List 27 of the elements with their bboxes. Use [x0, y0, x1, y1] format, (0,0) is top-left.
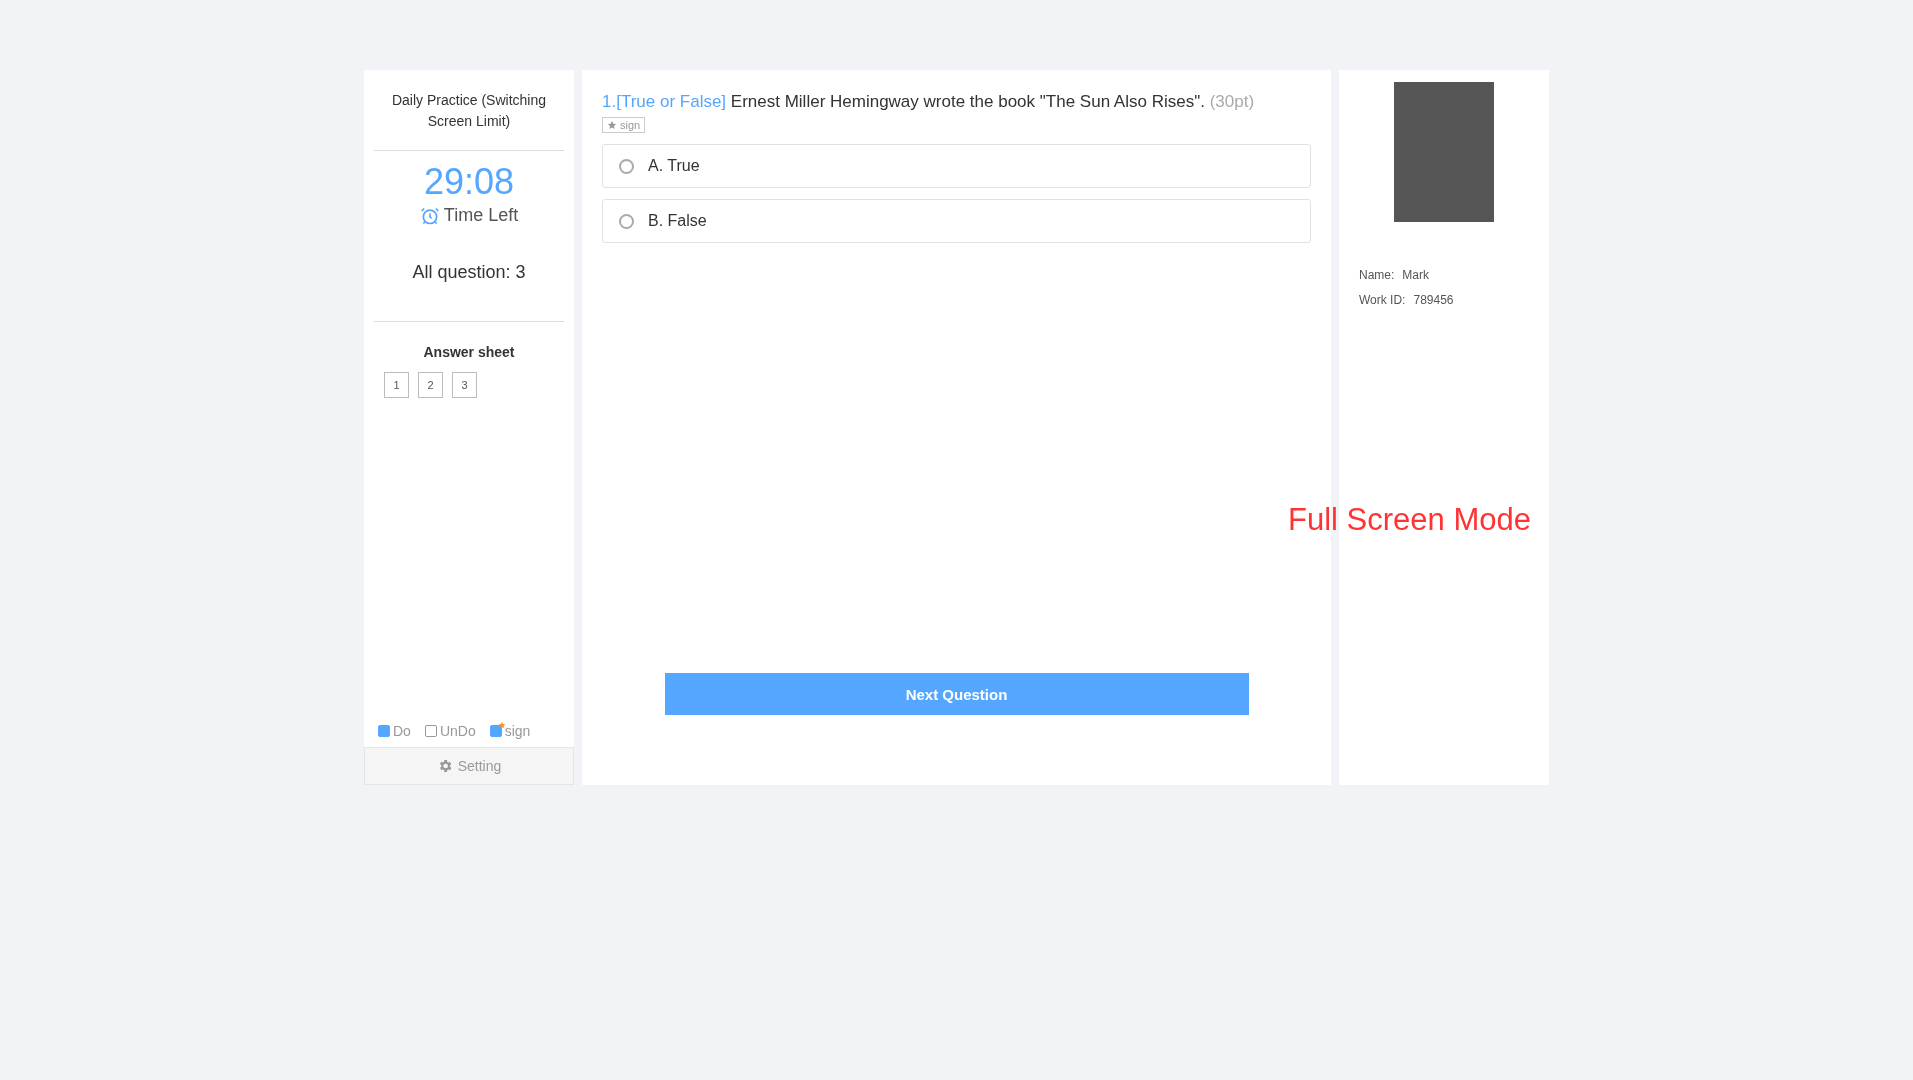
star-icon	[497, 721, 506, 729]
legend-label: UnDo	[439, 723, 476, 739]
question-number-button[interactable]: 2	[418, 372, 443, 398]
work-id-value: 789456	[1413, 293, 1454, 307]
radio-icon	[619, 158, 634, 174]
full-screen-mode-notice: Full Screen Mode	[1288, 502, 1531, 538]
name-label: Name:	[1359, 268, 1395, 282]
answer-option[interactable]: B. False	[602, 199, 1311, 243]
question-text: 1.[True or False] Ernest Miller Hemingway wrote the book "The Sun Also Rises". (30pt)	[602, 91, 1256, 113]
alarm-clock-icon	[419, 205, 440, 226]
star-icon	[607, 120, 617, 130]
question-number-button[interactable]: 1	[384, 372, 409, 398]
undone-swatch	[424, 725, 437, 737]
name-value: Mark	[1402, 268, 1429, 282]
countdown-timer: 29:08	[422, 161, 516, 203]
time-left-label: Time Left	[443, 205, 519, 226]
answer-sheet-title: Answer sheet	[422, 344, 516, 360]
done-swatch	[378, 725, 390, 737]
exam-title: Daily Practice (Switching Screen Limit)	[390, 91, 548, 131]
answer-option[interactable]: A. True	[602, 144, 1311, 188]
radio-icon	[619, 213, 634, 229]
legend-label: Do	[393, 723, 411, 739]
question-number-button[interactable]: 3	[452, 372, 477, 398]
work-id-label: Work ID:	[1359, 293, 1406, 307]
signed-swatch	[489, 725, 502, 737]
question-count: All question: 3	[411, 262, 527, 283]
legend-label: sign	[504, 723, 531, 739]
